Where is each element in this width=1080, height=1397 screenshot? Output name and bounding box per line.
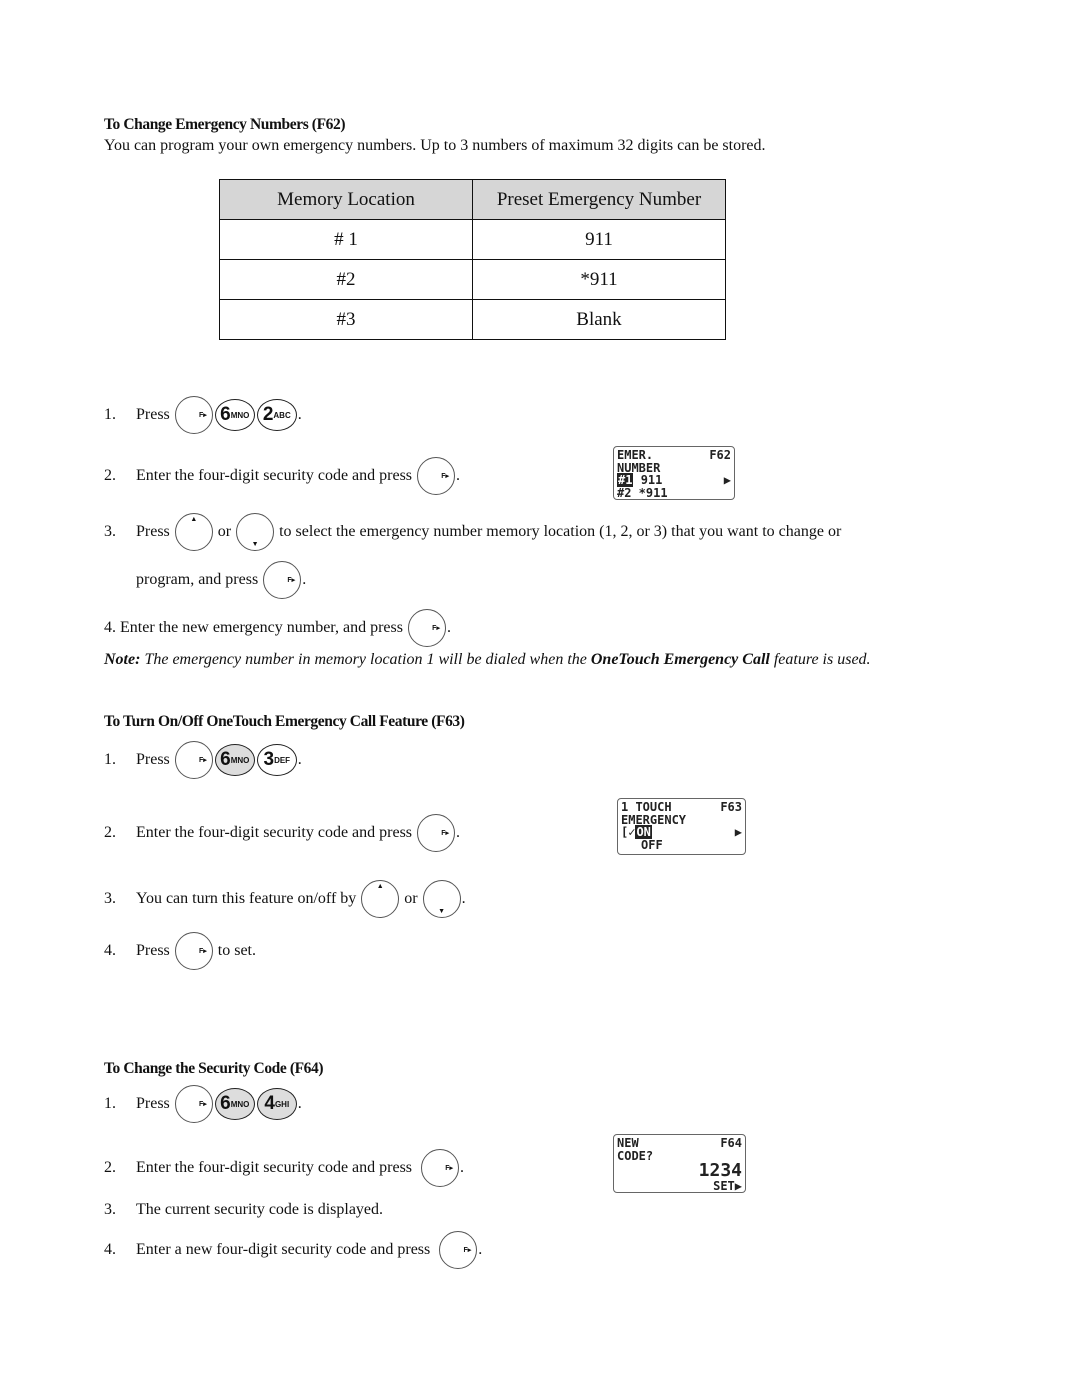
heading-f63: To Turn On/Off OneTouch Emergency Call F…: [104, 713, 465, 730]
step: 3. You can turn this feature on/off by ▲ …: [104, 879, 466, 919]
function-key-icon: F▸: [417, 814, 456, 852]
step-number: 3.: [104, 890, 116, 907]
step-number: 4.: [104, 1241, 116, 1258]
step: 3. The current security code is displayed…: [104, 1190, 383, 1230]
step-continued: program, and press F▸.: [136, 560, 306, 600]
step: 2. Enter the four-digit security code and…: [104, 813, 460, 853]
step-number: 2.: [104, 824, 116, 841]
step-number: 1.: [104, 751, 116, 768]
key-6-icon: 6 MNO: [214, 1088, 255, 1120]
step-text: Press: [136, 1095, 170, 1112]
table-row: # 1 911: [219, 219, 726, 260]
step-text: to select the emergency number memory lo…: [279, 523, 842, 540]
step-number: 1.: [104, 1095, 116, 1112]
step-number: 3.: [104, 523, 116, 540]
manual-page: To Change Emergency Numbers (F62) You ca…: [0, 0, 1080, 1397]
down-key-icon: ▼: [236, 513, 275, 551]
key-3-icon: 3 DEF: [256, 744, 297, 776]
step-number: 1.: [104, 406, 116, 423]
step: 4. Enter a new four-digit security code a…: [104, 1230, 482, 1270]
emergency-number-table: Memory Location Preset Emergency Number #…: [219, 179, 726, 340]
step-text: Enter the four-digit security code and p…: [136, 1159, 413, 1176]
function-key-icon: F▸: [439, 1231, 478, 1269]
lcd-display-f62: EMER. F62 NUMBER #1 911 ▶ #2 *911: [613, 446, 735, 500]
function-key-icon: F▸: [417, 457, 456, 495]
step-text: Enter the four-digit security code and p…: [136, 824, 413, 841]
up-key-icon: ▲: [174, 513, 213, 551]
step-text: program, and press: [136, 571, 259, 588]
cell: Blank: [472, 299, 726, 340]
function-key-icon: F▸: [263, 561, 302, 599]
step: 2. Enter the four-digit security code and…: [104, 1148, 464, 1188]
step: 4. Press F▸ to set.: [104, 931, 256, 971]
function-key-icon: F▸: [174, 932, 213, 970]
heading-f62: To Change Emergency Numbers (F62): [104, 116, 346, 133]
function-key-icon: F▸: [407, 609, 446, 647]
function-key-icon: F▸: [174, 741, 213, 779]
cell: #2: [219, 259, 473, 300]
key-4-icon: 4 GHI: [256, 1088, 297, 1120]
function-key-icon: F▸: [174, 1085, 213, 1123]
step-text: Press: [136, 942, 170, 959]
step-text: Enter a new four-digit security code and…: [136, 1241, 431, 1258]
step: 3. Press ▲ or ▼ to select the emergency n…: [104, 512, 841, 552]
down-key-icon: ▼: [422, 880, 461, 918]
heading-f64: To Change the Security Code (F64): [104, 1060, 324, 1077]
step-text: Press: [136, 523, 170, 540]
step: 4. Enter the new emergency number, and p…: [104, 608, 451, 648]
cell: #3: [219, 299, 473, 340]
arrow-right-icon: ▶: [723, 473, 731, 487]
col-header: Memory Location: [219, 179, 473, 220]
lcd-display-f63: 1 TOUCH F63 EMERGENCY [✓ON ▶ OFF: [617, 798, 746, 855]
step-text: Enter the four-digit security code and p…: [136, 467, 413, 484]
step-number: 4.: [104, 942, 116, 959]
function-key-icon: F▸: [421, 1149, 460, 1187]
function-key-icon: F▸: [174, 396, 213, 434]
key-6-icon: 6 MNO: [214, 744, 255, 776]
step-number: 2.: [104, 1159, 116, 1176]
col-header: Preset Emergency Number: [472, 179, 726, 220]
table-row: #3 Blank: [219, 299, 726, 340]
step-number: 3.: [104, 1201, 116, 1218]
step-text: The current security code is displayed.: [136, 1201, 384, 1218]
step-text: 4. Enter the new emergency number, and p…: [104, 619, 403, 636]
step-text: Press: [136, 406, 170, 423]
cell: # 1: [219, 219, 473, 260]
step-text: You can turn this feature on/off by: [136, 890, 357, 907]
step-text: Press: [136, 751, 170, 768]
cell: 911: [472, 219, 726, 260]
note: Note: The emergency number in memory loc…: [104, 651, 871, 668]
cell: *911: [472, 259, 726, 300]
step-number: 2.: [104, 467, 116, 484]
lcd-display-f64: NEW F64 CODE? 1234 SET▶: [613, 1134, 746, 1193]
up-key-icon: ▲: [361, 880, 400, 918]
step: 1. Press F▸ 6 MNO 4 GHI.: [104, 1084, 302, 1124]
table-row: #2 *911: [219, 259, 726, 300]
intro-text: You can program your own emergency numbe…: [104, 137, 766, 154]
step-text: to set.: [217, 942, 256, 959]
step: 1. Press F▸ 6 MNO 2 ABC.: [104, 395, 302, 435]
arrow-right-icon: ▶: [734, 825, 742, 839]
key-2-icon: 2 ABC: [256, 399, 297, 431]
key-6-icon: 6 MNO: [214, 399, 255, 431]
step: 1. Press F▸ 6 MNO 3 DEF.: [104, 740, 302, 780]
step: 2. Enter the four-digit security code and…: [104, 456, 460, 496]
